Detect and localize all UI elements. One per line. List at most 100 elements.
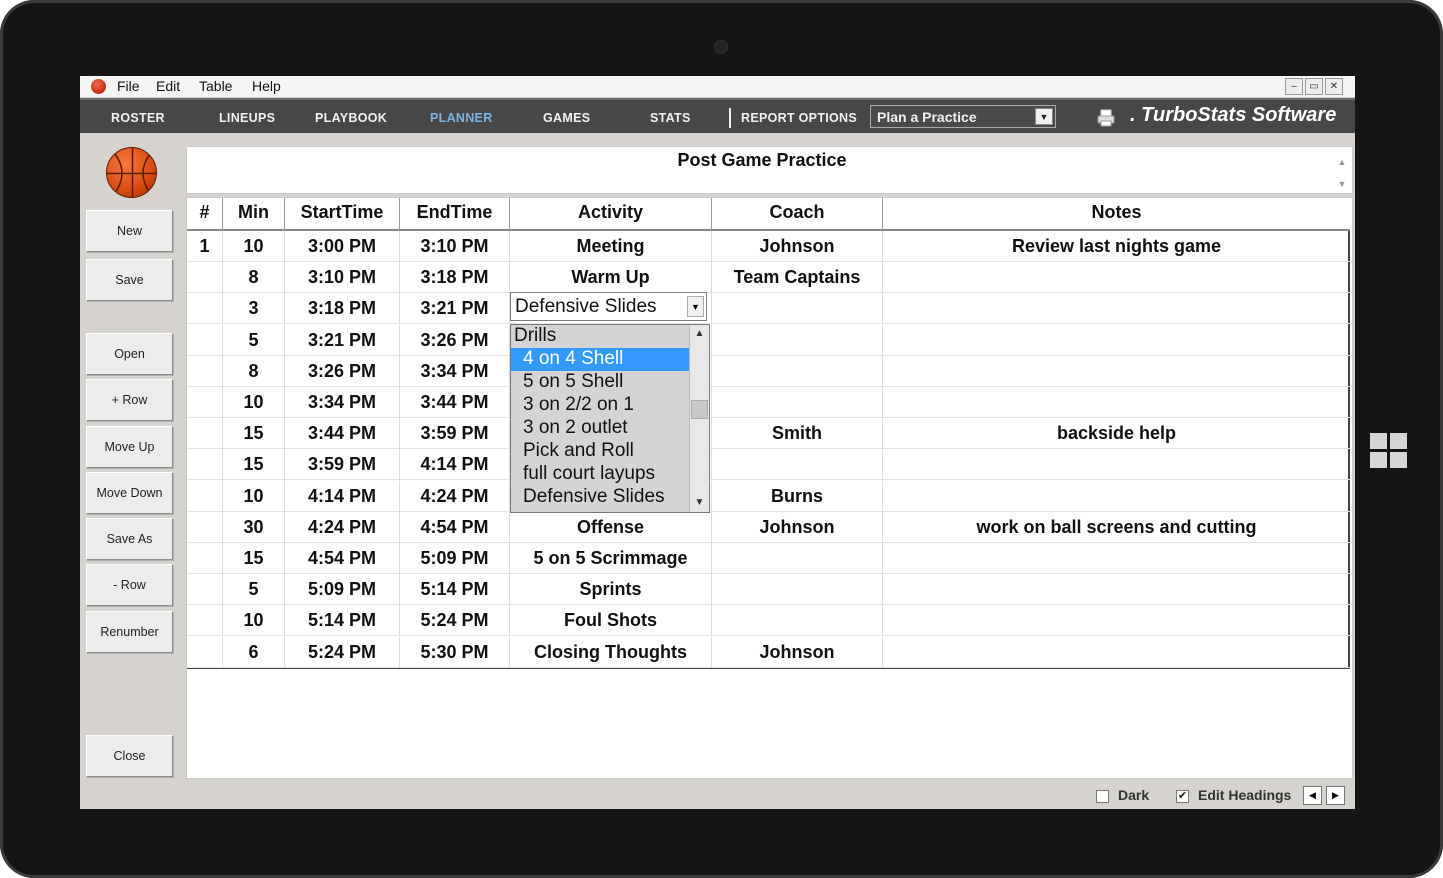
cell-coach[interactable] xyxy=(712,355,883,387)
save-as-button[interactable]: Save As xyxy=(86,518,173,560)
table-row[interactable]: 8 3:26 PM 3:34 PM xyxy=(187,355,1350,387)
cell-number[interactable] xyxy=(187,449,223,481)
cell-starttime[interactable]: 5:09 PM xyxy=(285,574,400,606)
scroll-thumb[interactable] xyxy=(691,400,708,419)
column-header-min[interactable]: Min xyxy=(223,198,285,231)
cell-min[interactable]: 10 xyxy=(223,231,285,262)
report-options-label[interactable]: REPORT OPTIONS xyxy=(741,111,857,125)
cell-activity[interactable]: Closing Thoughts xyxy=(510,636,712,668)
cell-coach[interactable]: Smith xyxy=(712,418,883,450)
cell-activity[interactable]: Warm Up xyxy=(510,262,712,294)
open-button[interactable]: Open xyxy=(86,333,173,375)
cell-starttime[interactable]: 3:18 PM xyxy=(285,293,400,325)
restore-button[interactable]: ▭ xyxy=(1305,78,1323,95)
dropdown-arrow-icon[interactable]: ▼ xyxy=(1035,108,1053,125)
cell-starttime[interactable]: 4:14 PM xyxy=(285,480,400,512)
cell-number[interactable] xyxy=(187,418,223,450)
activity-option[interactable]: 3 on 2/2 on 1 xyxy=(511,394,689,417)
cell-coach[interactable]: Burns xyxy=(712,480,883,512)
cell-starttime[interactable]: 3:21 PM xyxy=(285,324,400,356)
cell-notes[interactable] xyxy=(883,356,1350,387)
cell-endtime[interactable]: 5:09 PM xyxy=(400,543,510,574)
cell-number[interactable] xyxy=(187,262,223,294)
cell-min[interactable]: 5 xyxy=(223,324,285,356)
table-row[interactable]: 30 4:24 PM 4:54 PM Offense Johnson work on ba… xyxy=(187,511,1350,543)
table-row[interactable]: 10 3:34 PM 3:44 PM xyxy=(187,387,1350,418)
cell-min[interactable]: 10 xyxy=(223,387,285,418)
activity-combo[interactable]: Defensive Slides ▼ xyxy=(510,292,707,321)
cell-endtime[interactable]: 4:14 PM xyxy=(400,449,510,481)
save-button[interactable]: Save xyxy=(86,259,173,301)
practice-title-box[interactable]: Post Game Practice ▲ ▼ xyxy=(186,146,1353,194)
cell-notes[interactable]: work on ball screens and cutting xyxy=(883,512,1350,543)
move-down-button[interactable]: Move Down xyxy=(86,472,173,514)
cell-activity[interactable]: Meeting xyxy=(510,231,712,262)
column-header-notes[interactable]: Notes xyxy=(883,198,1350,231)
cell-endtime[interactable]: 3:44 PM xyxy=(400,387,510,418)
cell-min[interactable]: 8 xyxy=(223,355,285,387)
cell-starttime[interactable]: 5:14 PM xyxy=(285,605,400,637)
dropdown-scrollbar[interactable]: ▲ ▼ xyxy=(689,325,709,512)
tab-roster[interactable]: ROSTER xyxy=(111,111,165,125)
report-select[interactable]: Plan a Practice ▼ xyxy=(870,105,1056,128)
menu-edit[interactable]: Edit xyxy=(156,78,180,94)
cell-starttime[interactable]: 3:34 PM xyxy=(285,387,400,418)
cell-notes[interactable] xyxy=(883,449,1350,480)
close-button[interactable]: Close xyxy=(86,735,173,777)
cell-endtime[interactable]: 5:14 PM xyxy=(400,574,510,606)
tab-lineups[interactable]: LINEUPS xyxy=(219,111,275,125)
remove-row-button[interactable]: - Row xyxy=(86,564,173,606)
cell-endtime[interactable]: 5:24 PM xyxy=(400,605,510,637)
add-row-button[interactable]: + Row xyxy=(86,379,173,421)
tab-playbook[interactable]: PLAYBOOK xyxy=(315,111,387,125)
cell-notes[interactable] xyxy=(883,262,1350,293)
cell-starttime[interactable]: 3:59 PM xyxy=(285,449,400,481)
cell-min[interactable]: 30 xyxy=(223,511,285,543)
table-row[interactable]: 15 3:59 PM 4:14 PM xyxy=(187,449,1350,481)
cell-endtime[interactable]: 4:24 PM xyxy=(400,480,510,512)
dark-checkbox[interactable] xyxy=(1096,790,1109,803)
cell-endtime[interactable]: 3:34 PM xyxy=(400,355,510,387)
cell-min[interactable]: 10 xyxy=(223,605,285,637)
cell-min[interactable]: 15 xyxy=(223,418,285,450)
edit-headings-checkbox[interactable]: ✔ xyxy=(1176,790,1189,803)
cell-coach[interactable] xyxy=(712,574,883,606)
cell-notes[interactable] xyxy=(883,574,1350,605)
cell-coach[interactable]: Team Captains xyxy=(712,262,883,294)
table-row[interactable]: 1 10 3:00 PM 3:10 PM Meeting Johnson Review la… xyxy=(187,231,1350,262)
cell-endtime[interactable]: 5:30 PM xyxy=(400,636,510,668)
tab-planner[interactable]: PLANNER xyxy=(430,111,493,125)
renumber-button[interactable]: Renumber xyxy=(86,611,173,653)
option-group-label[interactable]: Drills xyxy=(511,325,689,348)
cell-starttime[interactable]: 4:24 PM xyxy=(285,511,400,543)
column-header-number[interactable]: # xyxy=(187,198,223,231)
cell-min[interactable]: 15 xyxy=(223,543,285,574)
cell-coach[interactable]: Johnson xyxy=(712,511,883,543)
table-row[interactable]: 10 4:14 PM 4:24 PM Burns xyxy=(187,480,1350,512)
cell-notes[interactable] xyxy=(883,325,1350,356)
cell-notes[interactable]: Review last nights game xyxy=(883,231,1350,262)
cell-number[interactable] xyxy=(187,511,223,543)
cell-notes[interactable] xyxy=(883,293,1350,324)
cell-coach[interactable] xyxy=(712,293,883,325)
cell-activity[interactable]: Offense xyxy=(510,511,712,543)
cell-number[interactable] xyxy=(187,293,223,325)
minimize-button[interactable]: – xyxy=(1285,78,1303,95)
cell-notes[interactable] xyxy=(883,543,1350,574)
windows-logo-icon[interactable] xyxy=(1370,433,1408,469)
activity-option[interactable]: full court layups xyxy=(511,463,689,486)
scroll-down-icon[interactable]: ▼ xyxy=(1336,173,1348,195)
menu-file[interactable]: File xyxy=(117,78,140,94)
cell-notes[interactable]: backside help xyxy=(883,418,1350,449)
cell-number[interactable] xyxy=(187,543,223,574)
activity-option[interactable]: 3 on 2 outlet xyxy=(511,417,689,440)
scroll-up-icon[interactable]: ▲ xyxy=(690,325,709,343)
cell-coach[interactable]: Johnson xyxy=(712,636,883,668)
menu-table[interactable]: Table xyxy=(199,78,232,94)
cell-min[interactable]: 6 xyxy=(223,636,285,668)
cell-coach[interactable] xyxy=(712,449,883,481)
table-row[interactable]: 15 3:44 PM 3:59 PM Smith backside help xyxy=(187,418,1350,450)
activity-option[interactable]: 5 on 5 Shell xyxy=(511,371,689,394)
cell-min[interactable]: 3 xyxy=(223,293,285,325)
move-up-button[interactable]: Move Up xyxy=(86,426,173,468)
